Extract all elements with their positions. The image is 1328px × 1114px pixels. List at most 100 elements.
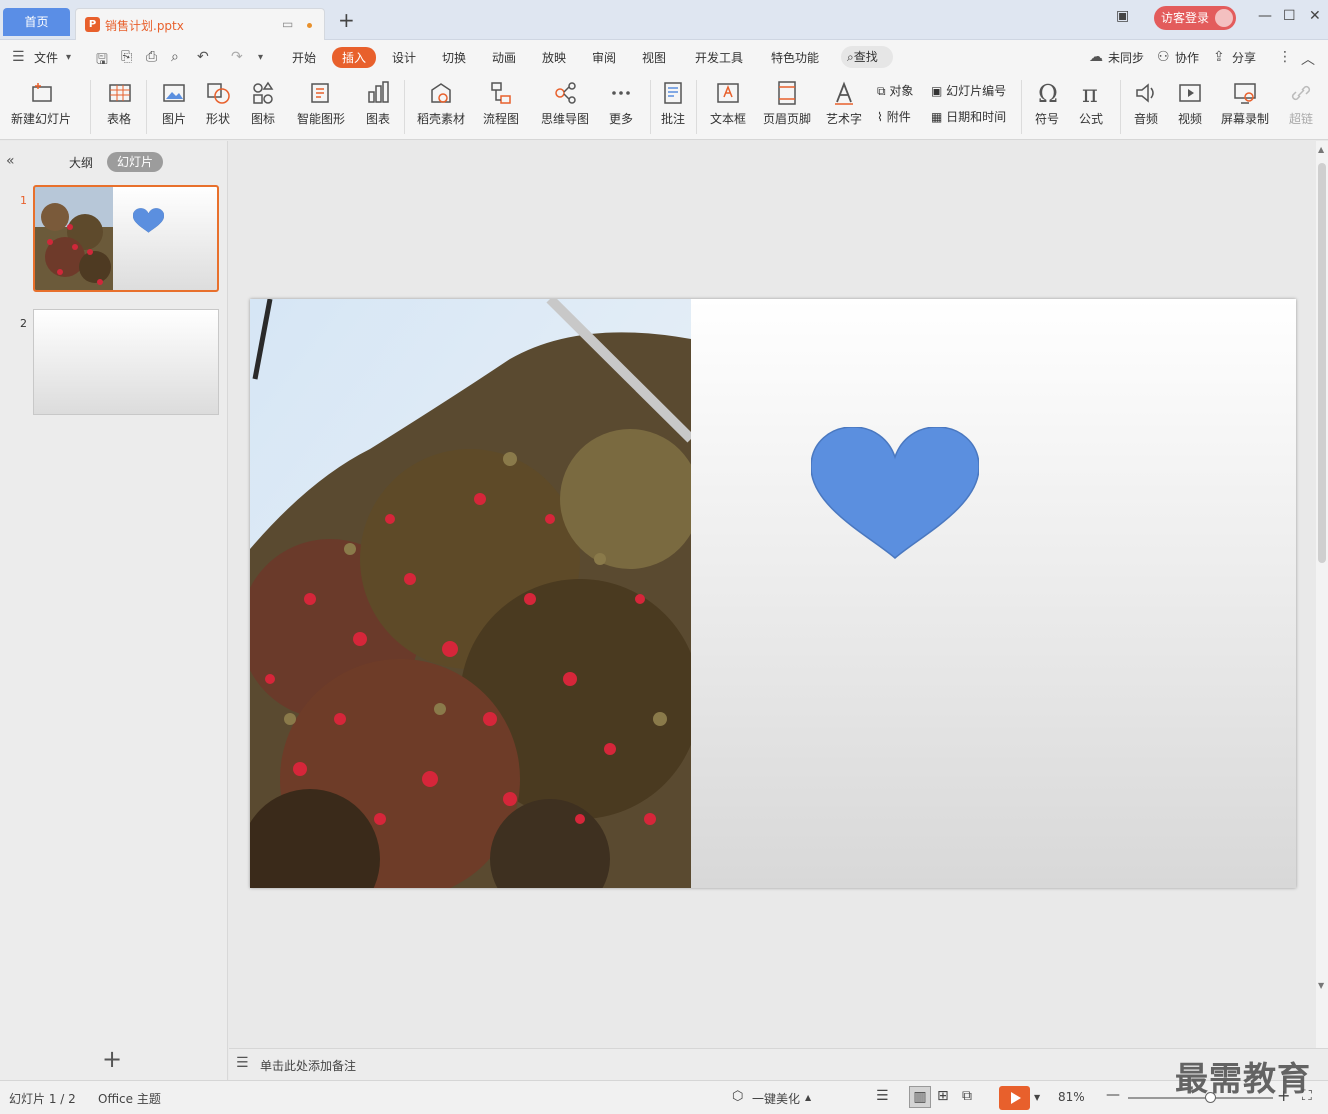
collaborate-button[interactable]: 协作 [1175,49,1199,66]
chevron-up-icon[interactable]: ▲ [805,1093,811,1102]
menu-design[interactable]: 设计 [392,49,416,66]
status-bar: 幻灯片 1 / 2 Office 主题 ⬡ 一键美化 ▲ ☰ ▥ ⊞ ⧉ ▼ 8… [0,1080,1328,1114]
collapse-panel-icon[interactable]: « [6,153,15,169]
audio-button[interactable]: 音频 [1128,78,1164,134]
print-preview-icon[interactable]: ⌕ [171,49,179,65]
textbox-button[interactable]: 文本框 [705,78,751,134]
unsaved-dot-icon [307,23,312,28]
zoom-level[interactable]: 81% [1058,1090,1085,1104]
video-button[interactable]: 视频 [1172,78,1208,134]
symbol-button[interactable]: Ω 符号 [1029,78,1065,134]
mindmap-icon [555,82,576,104]
undo-icon[interactable]: ↶ [197,49,209,65]
vertical-scrollbar[interactable]: ▲ ▼ [1316,141,1328,1048]
slide-number-button[interactable]: ▣ 幻灯片编号 [931,82,1006,99]
display-icon[interactable]: ▭ [282,17,293,31]
save-icon[interactable]: 🖫 [96,49,108,73]
hamburger-icon[interactable]: ☰ [12,49,25,65]
chart-button[interactable]: 图表 [360,78,396,134]
wordart-button[interactable]: 艺术字 [821,78,867,134]
play-slideshow-button[interactable] [999,1086,1030,1110]
daoke-material-button[interactable]: 稻壳素材 [414,78,468,134]
collaborate-icon: ⚇ [1157,49,1170,65]
menu-developer[interactable]: 开发工具 [695,49,743,66]
new-slide-button[interactable]: 新建幻灯片 [10,78,72,134]
tab-slides[interactable]: 幻灯片 [107,152,163,172]
menu-special[interactable]: 特色功能 [771,49,819,66]
table-button[interactable]: 表格 [101,78,137,134]
slide-thumbnail-2[interactable] [33,309,219,415]
pi-icon: π [1082,80,1098,108]
export-icon[interactable]: ⎘ [121,49,132,65]
scrollbar-thumb[interactable] [1318,163,1326,563]
close-icon[interactable]: ✕ [1309,8,1321,24]
print-icon[interactable]: ⎙ [146,49,157,65]
heart-shape-thumb [133,208,164,233]
menu-review[interactable]: 审阅 [592,49,616,66]
home-tab[interactable]: 首页 [3,8,70,36]
formula-button[interactable]: π 公式 [1073,78,1109,134]
normal-view-icon[interactable]: ▥ [909,1086,931,1108]
notes-toggle-icon[interactable]: ☰ [876,1088,889,1104]
menu-insert[interactable]: 插入 [332,47,377,68]
icon-button[interactable]: 图标 [245,78,281,134]
reading-view-icon[interactable]: ⧉ [962,1088,972,1104]
redo-icon[interactable]: ↷ [231,49,243,65]
slide-number-icon: ▣ [931,84,943,98]
new-tab-button[interactable]: + [338,8,355,32]
menu-animation[interactable]: 动画 [492,49,516,66]
window-layout-icon[interactable]: ▣ [1116,8,1129,24]
smart-shape-button[interactable]: 智能图形 [292,78,350,134]
more-options-icon[interactable]: ⋮ [1278,49,1292,65]
theme-name[interactable]: Office 主题 [98,1090,161,1107]
datetime-button[interactable]: ▦ 日期和时间 [931,108,1006,125]
header-footer-button[interactable]: 页眉页脚 [762,78,812,134]
search-button[interactable]: ⌕查找 [841,46,893,68]
login-button[interactable]: 访客登录 [1154,6,1236,30]
notes-icon: ☰ [236,1055,249,1071]
notes-pane[interactable]: ☰ 单击此处添加备注 [229,1048,1328,1080]
comment-button[interactable]: 批注 [657,78,689,134]
add-slide-button[interactable]: + [102,1045,122,1073]
customize-toolbar-icon[interactable]: ▾ [258,52,263,63]
document-tab[interactable]: P 销售计划.pptx ▭ [75,8,325,40]
scroll-up-icon[interactable]: ▲ [1318,145,1324,154]
flowchart-button[interactable]: 流程图 [477,78,525,134]
sorter-view-icon[interactable]: ⊞ [937,1088,949,1104]
scroll-down-icon[interactable]: ▼ [1318,981,1324,990]
screen-record-button[interactable]: 屏幕录制 [1218,78,1272,134]
shape-icon [207,83,230,104]
beautify-button[interactable]: 一键美化 [752,1090,800,1107]
cloud-icon: ☁ [1089,49,1103,65]
minimize-icon[interactable]: — [1258,8,1272,24]
ribbon-divider [146,80,147,134]
mindmap-button[interactable]: 思维导图 [536,78,594,134]
menu-start[interactable]: 开始 [292,49,316,66]
document-tab-name: 销售计划.pptx [105,19,184,33]
menu-slideshow[interactable]: 放映 [542,49,566,66]
sync-status[interactable]: 未同步 [1108,49,1144,66]
tab-outline[interactable]: 大纲 [69,154,93,171]
more-button[interactable]: 更多 [603,78,639,134]
object-button[interactable]: ⧉ 对象 [877,82,913,99]
chevron-down-icon[interactable]: ▾ [66,52,71,63]
table-icon [109,84,131,102]
picture-button[interactable]: 图片 [156,78,192,134]
menu-view[interactable]: 视图 [642,49,666,66]
attachment-button[interactable]: ⌇ 附件 [877,108,911,125]
collapse-ribbon-icon[interactable]: ︿ [1301,49,1315,69]
play-options-icon[interactable]: ▼ [1034,1093,1040,1102]
flower-tree-image[interactable] [250,299,691,888]
heart-shape[interactable] [811,427,979,559]
zoom-out-icon[interactable]: — [1106,1087,1120,1103]
flower-tree-image [35,187,113,290]
hyperlink-button[interactable]: 超链 [1286,78,1316,134]
menu-transition[interactable]: 切换 [442,49,466,66]
shape-button[interactable]: 形状 [200,78,236,134]
slide-1[interactable] [250,299,1296,888]
menu-bar: ☰ 文件 ▾ 🖫 ⎘ ⎙ ⌕ ↶ ↷ ▾ 开始 插入 设计 切换 动画 放映 审… [0,40,1328,74]
share-button[interactable]: 分享 [1232,49,1256,66]
maximize-icon[interactable]: ☐ [1283,8,1296,24]
menu-file[interactable]: 文件 [34,49,58,66]
slide-thumbnail-1[interactable] [33,185,219,292]
